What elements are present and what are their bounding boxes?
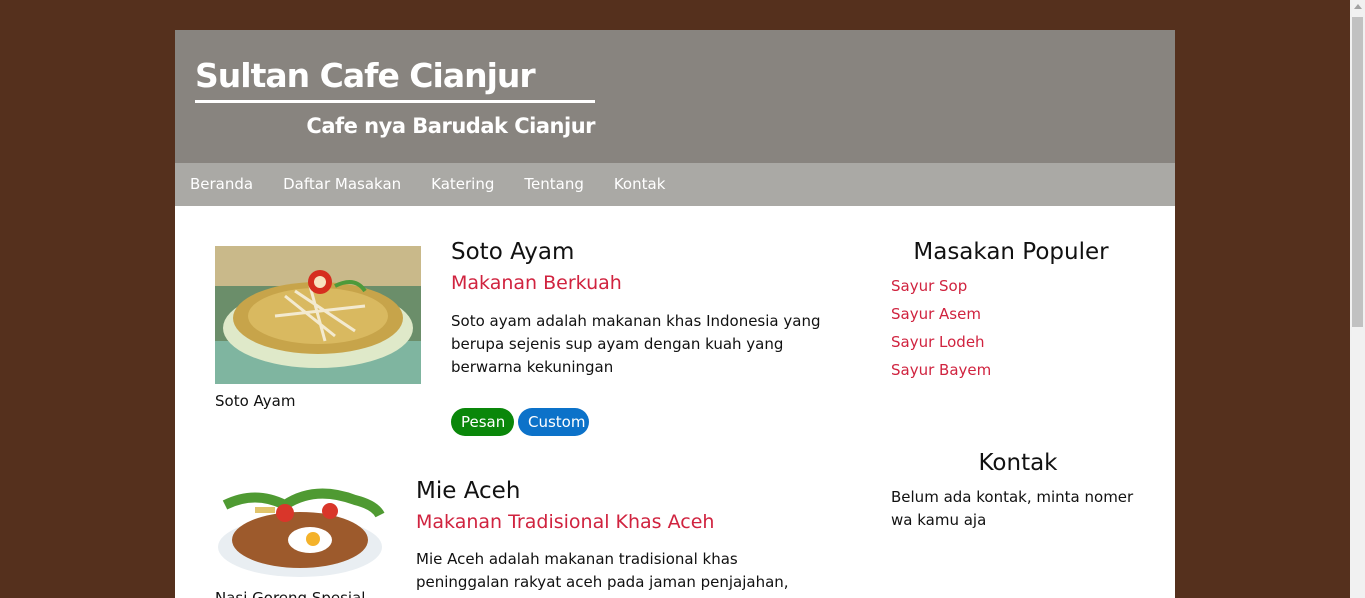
site-title: Sultan Cafe Cianjur [195, 56, 536, 95]
contact-text: Belum ada kontak, minta nomer wa kamu aj… [891, 488, 1134, 529]
nav-item-tentang[interactable]: Tentang [509, 163, 598, 206]
popular-item-sayur-bayem[interactable]: Sayur Bayem [891, 361, 991, 379]
nav-item-katering[interactable]: Katering [416, 163, 509, 206]
article-title[interactable]: Mie Aceh [416, 478, 520, 504]
soto-ayam-image [215, 246, 421, 384]
article-subtitle: Makanan Tradisional Khas Aceh [416, 511, 715, 533]
popular-item-sayur-lodeh[interactable]: Sayur Lodeh [891, 333, 985, 351]
article-subtitle: Makanan Berkuah [451, 272, 622, 294]
article-caption: Nasi Goreng Spesial [215, 589, 366, 598]
site-header: Sultan Cafe Cianjur Cafe nya Barudak Cia… [175, 30, 1175, 163]
page-container: Sultan Cafe Cianjur Cafe nya Barudak Cia… [175, 30, 1175, 598]
scrollbar-thumb[interactable] [1352, 17, 1363, 327]
nav-item-daftar-masakan[interactable]: Daftar Masakan [268, 163, 416, 206]
page-scrollbar[interactable] [1350, 0, 1365, 598]
nav-item-kontak[interactable]: Kontak [599, 163, 681, 206]
nav-item-beranda[interactable]: Beranda [175, 163, 268, 206]
contact-heading: Kontak [978, 450, 1058, 476]
site-tagline: Cafe nya Barudak Cianjur [306, 114, 595, 138]
custom-button[interactable]: Custom [518, 408, 589, 436]
title-underline [195, 100, 595, 103]
scroll-up-arrow-icon[interactable] [1354, 4, 1362, 9]
popular-heading: Masakan Populer [913, 239, 1109, 265]
article-caption: Soto Ayam [215, 392, 296, 410]
nasi-goreng-image [215, 485, 386, 581]
article-text: Soto ayam adalah makanan khas Indonesia … [451, 312, 821, 376]
main-nav: Beranda Daftar Masakan Katering Tentang … [175, 163, 1175, 206]
popular-item-sayur-asem[interactable]: Sayur Asem [891, 305, 981, 323]
popular-item-sayur-sop[interactable]: Sayur Sop [891, 277, 967, 295]
article-title[interactable]: Soto Ayam [451, 239, 574, 265]
article-text: Mie Aceh adalah makanan tradisional khas… [416, 550, 789, 591]
pesan-button[interactable]: Pesan [451, 408, 514, 436]
